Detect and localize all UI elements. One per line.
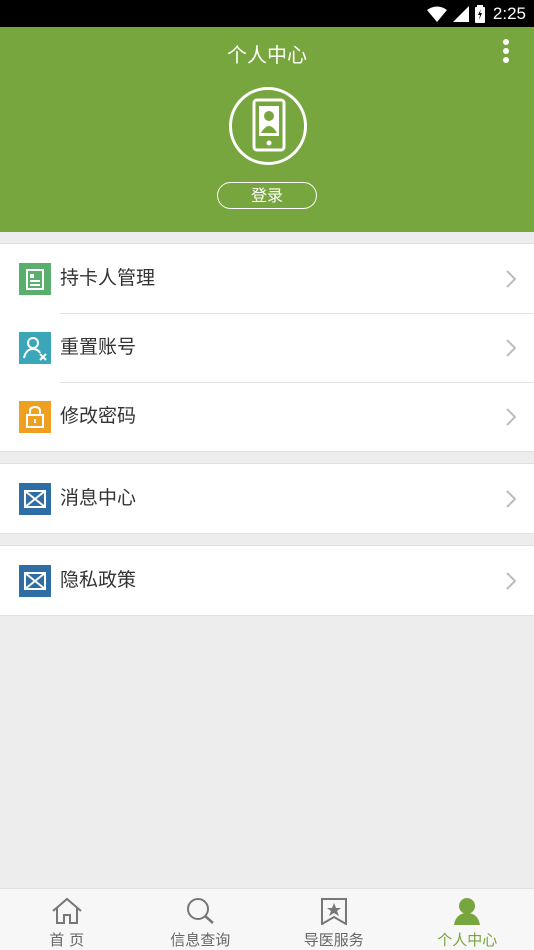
menu-item-label: 重置账号 bbox=[60, 336, 137, 358]
page-title: 个人中心 bbox=[227, 43, 307, 67]
mail-icon bbox=[19, 565, 51, 597]
chevron-right-icon bbox=[506, 490, 516, 508]
login-button[interactable]: 登录 bbox=[217, 182, 317, 209]
menu-item-label: 隐私政策 bbox=[60, 569, 137, 591]
phone-contact-icon bbox=[252, 98, 286, 152]
tab-label: 首 页 bbox=[49, 931, 85, 949]
tab-label: 个人中心 bbox=[437, 931, 498, 949]
menu-item-card-holder[interactable]: 持卡人管理 bbox=[0, 244, 534, 313]
menu-group-messages: 消息中心 bbox=[0, 463, 534, 534]
menu-item-privacy-policy[interactable]: 隐私政策 bbox=[0, 546, 534, 615]
status-time: 2:25 bbox=[492, 3, 526, 23]
tab-label: 导医服务 bbox=[303, 931, 364, 949]
menu-item-message-center[interactable]: 消息中心 bbox=[0, 464, 534, 533]
status-icons: 2:25 bbox=[426, 0, 526, 27]
menu-group-account: 持卡人管理 重置账号 修改密码 bbox=[0, 243, 534, 452]
tab-home[interactable]: 首 页 bbox=[0, 889, 134, 950]
search-icon bbox=[187, 898, 215, 924]
lock-icon bbox=[19, 401, 51, 433]
mail-icon bbox=[19, 483, 51, 515]
avatar[interactable] bbox=[229, 87, 307, 165]
menu-item-reset-account[interactable]: 重置账号 bbox=[0, 313, 534, 382]
menu-item-label: 修改密码 bbox=[60, 405, 137, 427]
more-options-icon[interactable] bbox=[500, 39, 512, 67]
tab-info-query[interactable]: 信息查询 bbox=[134, 889, 268, 950]
chevron-right-icon bbox=[506, 339, 516, 357]
profile-header: 个人中心 登录 bbox=[0, 27, 534, 232]
menu-item-change-password[interactable]: 修改密码 bbox=[0, 382, 534, 451]
reset-account-icon bbox=[19, 332, 51, 364]
menu-item-label: 消息中心 bbox=[60, 487, 137, 509]
tab-label: 信息查询 bbox=[170, 931, 231, 949]
menu-item-label: 持卡人管理 bbox=[60, 267, 156, 289]
bookmark-star-icon bbox=[320, 898, 347, 925]
chevron-right-icon bbox=[506, 572, 516, 590]
cell-signal-icon bbox=[452, 5, 469, 22]
menu-group-privacy: 隐私政策 bbox=[0, 545, 534, 616]
wifi-icon bbox=[426, 6, 447, 22]
chevron-right-icon bbox=[506, 408, 516, 426]
battery-icon bbox=[474, 4, 485, 23]
chevron-right-icon bbox=[506, 270, 516, 288]
tab-personal-center[interactable]: 个人中心 bbox=[401, 889, 534, 950]
person-icon bbox=[454, 898, 481, 925]
status-bar: 2:25 bbox=[0, 0, 534, 27]
tab-guide-service[interactable]: 导医服务 bbox=[267, 889, 401, 950]
home-icon bbox=[52, 897, 82, 924]
bottom-nav: 首 页 信息查询 导医服务 个人中心 bbox=[0, 888, 534, 950]
card-holder-icon bbox=[19, 263, 51, 295]
